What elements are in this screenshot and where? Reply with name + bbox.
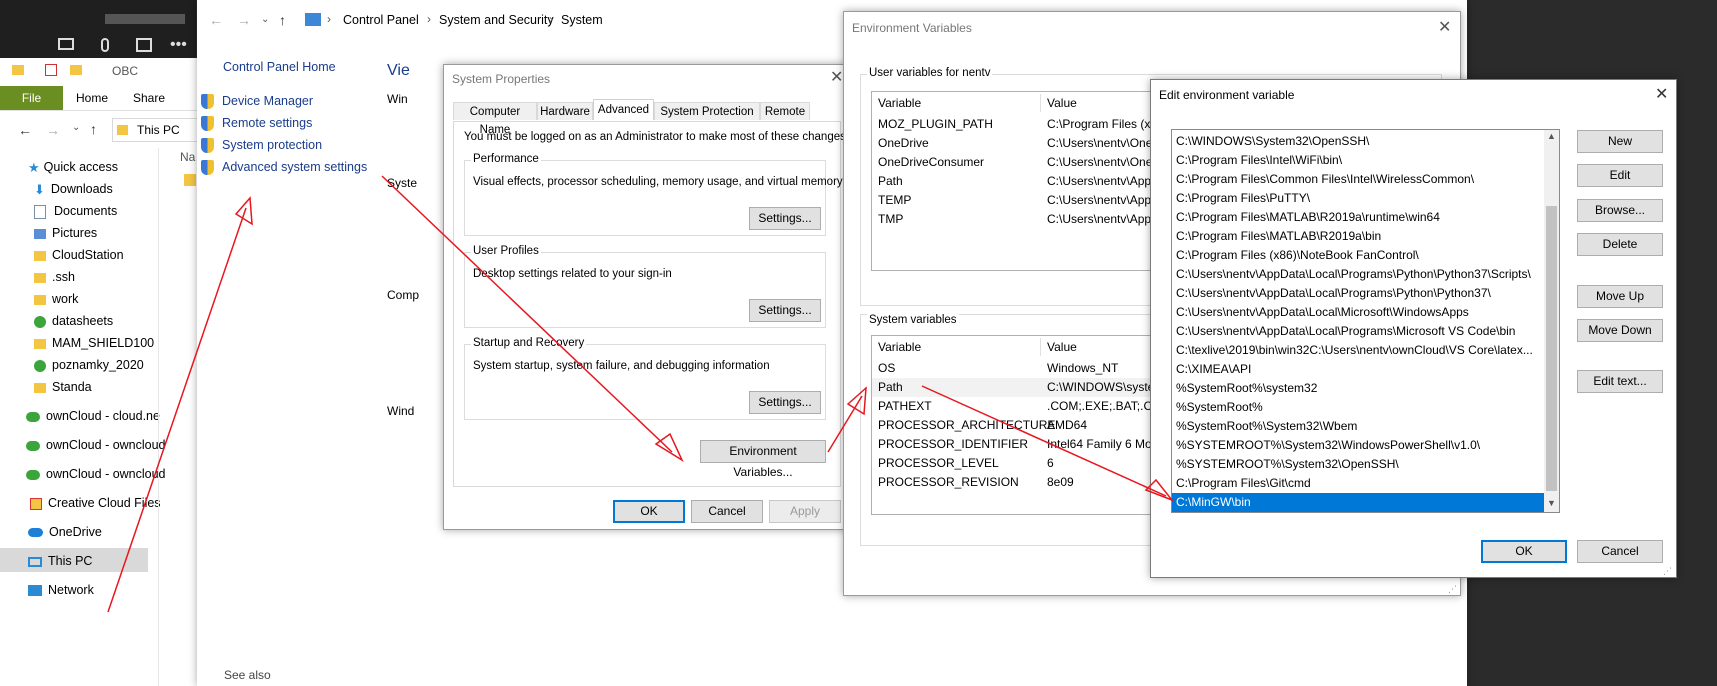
annotation-arrow-3 (827, 395, 863, 453)
annotation-arrow-4 (921, 385, 1167, 497)
annotation-arrow-4-head (1144, 478, 1175, 502)
annotation-arrow-3-head (846, 386, 867, 416)
annotation-arrow-2 (381, 175, 673, 453)
annotation-arrow-2-head (654, 432, 684, 462)
annotation-arrows (107, 175, 1175, 613)
annotation-arrow-1 (107, 207, 247, 613)
annotation-arrow-1-head (234, 196, 253, 226)
